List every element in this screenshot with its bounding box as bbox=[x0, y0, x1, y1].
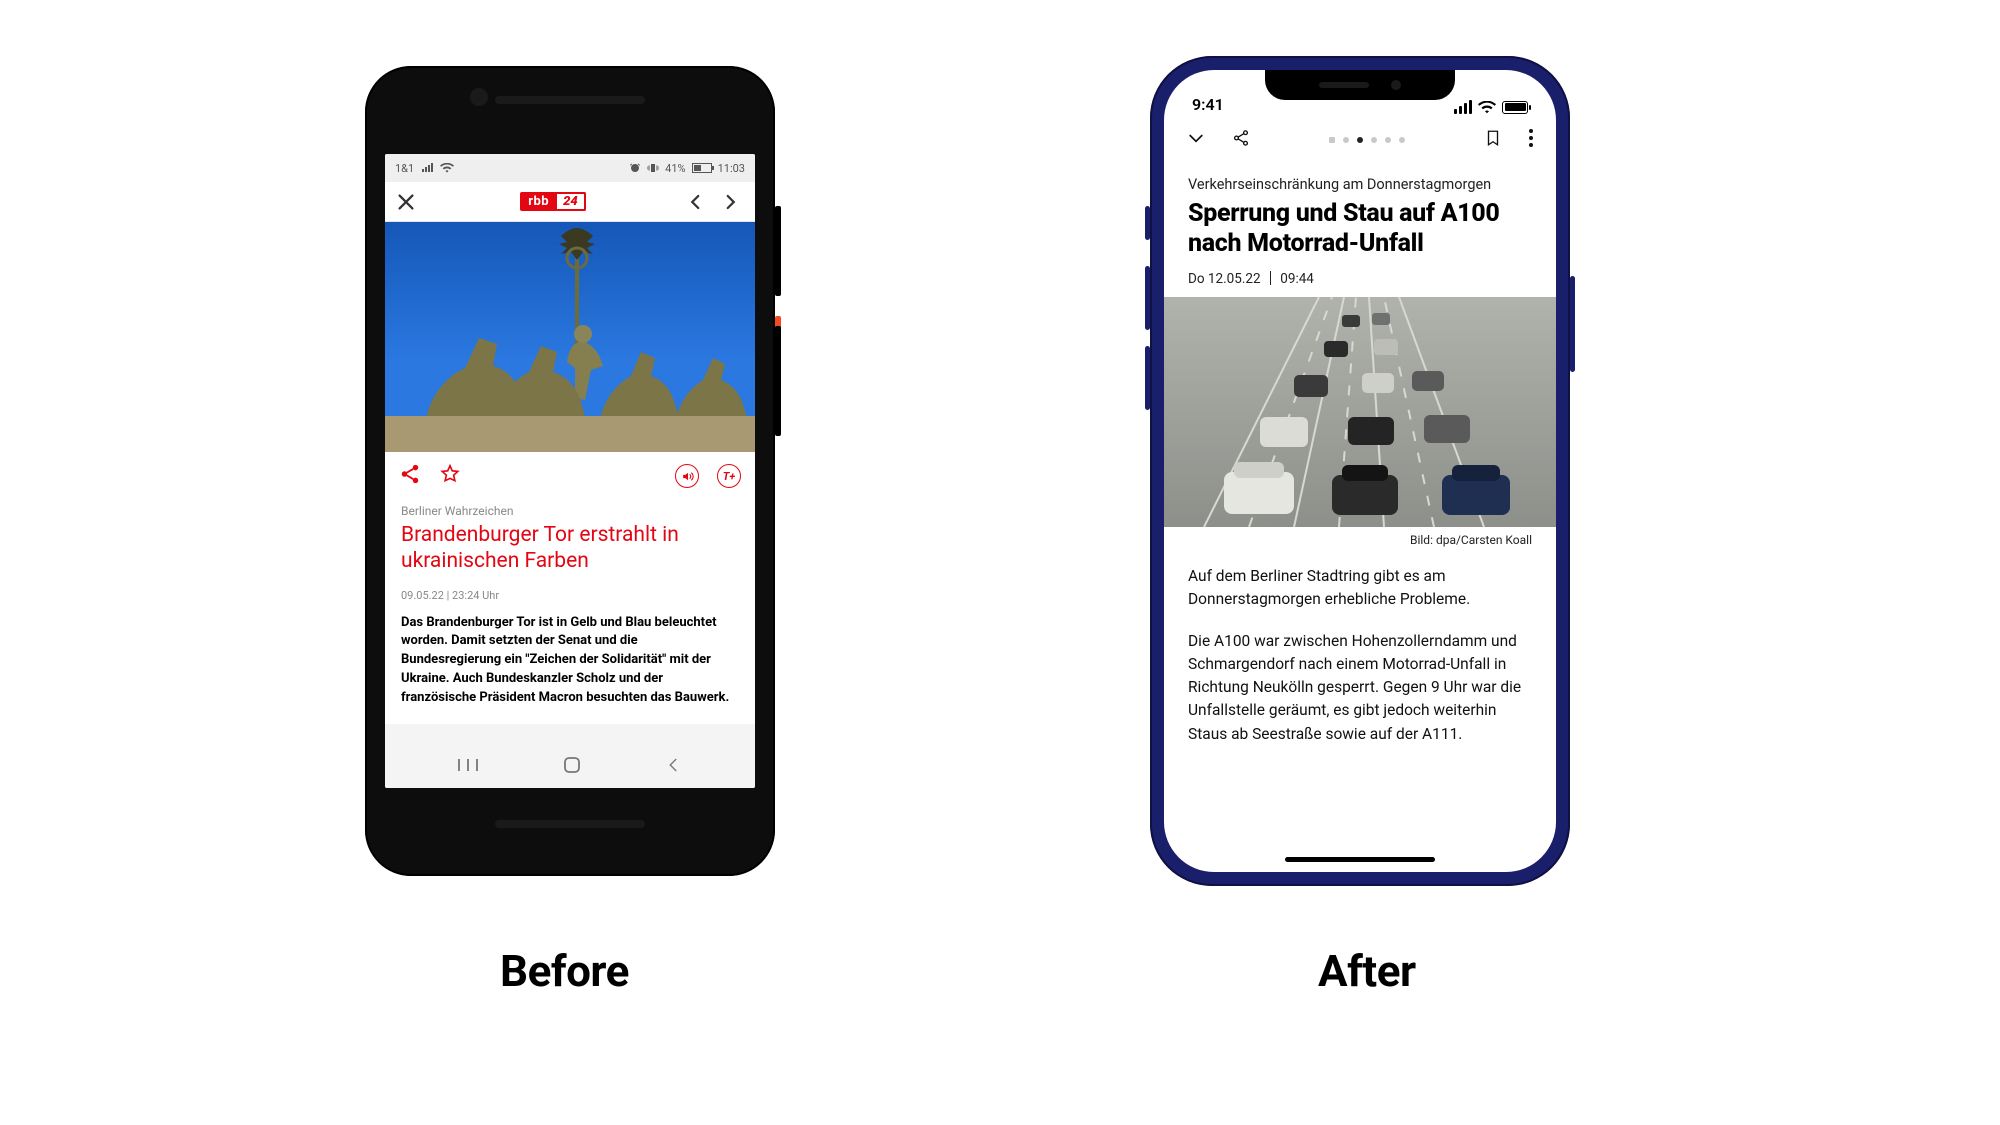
collapse-button[interactable] bbox=[1186, 128, 1206, 152]
signal-icon bbox=[1454, 100, 1472, 114]
next-article-button[interactable] bbox=[721, 193, 745, 211]
iphone-volume-down bbox=[1145, 346, 1150, 410]
rbb24-logo[interactable]: rbb 24 bbox=[520, 192, 586, 211]
back-button[interactable] bbox=[665, 756, 683, 774]
article-header: Verkehrseinschränkung am Donnerstagmorge… bbox=[1164, 162, 1556, 287]
article-body: Berliner Wahrzeichen Brandenburger Tor e… bbox=[385, 500, 755, 724]
date-time: 09:44 bbox=[1280, 271, 1314, 287]
text-size-label: T+ bbox=[723, 470, 735, 483]
status-time: 9:41 bbox=[1192, 95, 1224, 114]
app-nav-bar: rbb 24 bbox=[385, 182, 755, 222]
article-toolbar bbox=[1164, 118, 1556, 162]
comparison-stage: 1&1 41% 11:03 rbb bbox=[0, 0, 2000, 1125]
share-button[interactable] bbox=[399, 463, 421, 489]
home-icon bbox=[562, 755, 582, 775]
prev-article-button[interactable] bbox=[687, 193, 711, 211]
article-hero-image bbox=[1164, 297, 1556, 527]
carrier-label: 1&1 bbox=[395, 162, 414, 175]
iphone-power-button bbox=[1570, 276, 1575, 372]
wifi-icon bbox=[1478, 101, 1496, 114]
date-separator bbox=[1270, 271, 1271, 285]
chevron-left-icon bbox=[687, 193, 705, 211]
android-phone-frame: 1&1 41% 11:03 rbb bbox=[365, 66, 775, 876]
home-indicator[interactable] bbox=[1285, 857, 1435, 862]
iphone-screen: 9:41 bbox=[1164, 70, 1556, 872]
battery-percent: 41% bbox=[665, 162, 685, 175]
status-right bbox=[1454, 100, 1528, 114]
logo-24: 24 bbox=[557, 192, 586, 211]
article-body: Auf dem Berliner Stadtring gibt es am Do… bbox=[1164, 547, 1556, 746]
article-title: Brandenburger Tor erstrahlt in ukrainisc… bbox=[401, 522, 739, 575]
more-button[interactable] bbox=[1528, 128, 1534, 152]
article-title: Sperrung und Stau auf A100 nach Motorrad… bbox=[1188, 199, 1532, 259]
status-right: 41% 11:03 bbox=[629, 162, 745, 175]
back-icon bbox=[665, 756, 683, 774]
signal-icon bbox=[421, 163, 435, 173]
article-toolbar: T+ bbox=[385, 452, 755, 500]
bookmark-button[interactable] bbox=[1484, 128, 1502, 152]
android-bottom-speaker bbox=[495, 820, 645, 828]
battery-icon bbox=[1502, 101, 1528, 114]
nav-arrows bbox=[687, 193, 745, 211]
article-kicker: Berliner Wahrzeichen bbox=[401, 504, 739, 518]
battery-icon bbox=[692, 163, 712, 173]
android-screen: 1&1 41% 11:03 rbb bbox=[385, 154, 755, 788]
share-icon bbox=[399, 463, 421, 485]
article-kicker: Verkehrseinschränkung am Donnerstagmorge… bbox=[1188, 176, 1532, 193]
iphone-notch bbox=[1265, 70, 1455, 100]
star-icon bbox=[439, 463, 461, 485]
image-credit: Bild: dpa/Carsten Koall bbox=[1164, 527, 1556, 547]
android-system-nav bbox=[385, 742, 755, 788]
label-before: Before bbox=[500, 945, 629, 997]
android-volume-button bbox=[775, 206, 781, 296]
motorway-illustration bbox=[1164, 297, 1556, 527]
article-date: Do 12.05.22 09:44 bbox=[1188, 271, 1532, 287]
wifi-icon bbox=[440, 163, 454, 173]
article-paragraph-2: Die A100 war zwischen Hohenzollerndamm u… bbox=[1188, 630, 1532, 746]
home-button[interactable] bbox=[562, 755, 582, 775]
article-lead: Das Brandenburger Tor ist in Gelb und Bl… bbox=[401, 614, 739, 708]
status-carrier: 1&1 bbox=[395, 162, 454, 175]
vibrate-icon bbox=[647, 162, 659, 174]
chevron-right-icon bbox=[721, 193, 739, 211]
date-day: Do 12.05.22 bbox=[1188, 271, 1261, 287]
iphone-volume-up bbox=[1145, 266, 1150, 330]
status-time: 11:03 bbox=[718, 162, 745, 175]
close-icon bbox=[395, 191, 417, 213]
label-after: After bbox=[1318, 945, 1416, 997]
recents-icon bbox=[457, 757, 479, 773]
alarm-icon bbox=[629, 162, 641, 174]
android-status-bar: 1&1 41% 11:03 bbox=[385, 154, 755, 182]
android-front-camera bbox=[470, 88, 488, 106]
audio-icon bbox=[681, 470, 694, 483]
android-earpiece bbox=[495, 96, 645, 104]
read-aloud-button[interactable] bbox=[675, 464, 699, 488]
article-paragraph-1: Auf dem Berliner Stadtring gibt es am Do… bbox=[1188, 565, 1532, 612]
article-hero-image bbox=[385, 222, 755, 452]
close-button[interactable] bbox=[395, 191, 419, 213]
chevron-down-icon bbox=[1186, 128, 1206, 148]
bookmark-icon bbox=[1484, 128, 1502, 148]
recents-button[interactable] bbox=[457, 757, 479, 773]
kebab-icon bbox=[1528, 128, 1534, 148]
logo-rbb: rbb bbox=[520, 192, 557, 211]
iphone-mute-switch bbox=[1145, 206, 1150, 240]
iphone-frame: 9:41 bbox=[1150, 56, 1570, 886]
favorite-button[interactable] bbox=[439, 463, 461, 489]
article-date: 09.05.22 | 23:24 Uhr bbox=[401, 589, 739, 602]
text-size-button[interactable]: T+ bbox=[717, 464, 741, 488]
pagination-dots[interactable] bbox=[1329, 137, 1405, 143]
share-button[interactable] bbox=[1232, 129, 1250, 151]
android-power-button bbox=[775, 326, 781, 436]
share-icon bbox=[1232, 129, 1250, 147]
